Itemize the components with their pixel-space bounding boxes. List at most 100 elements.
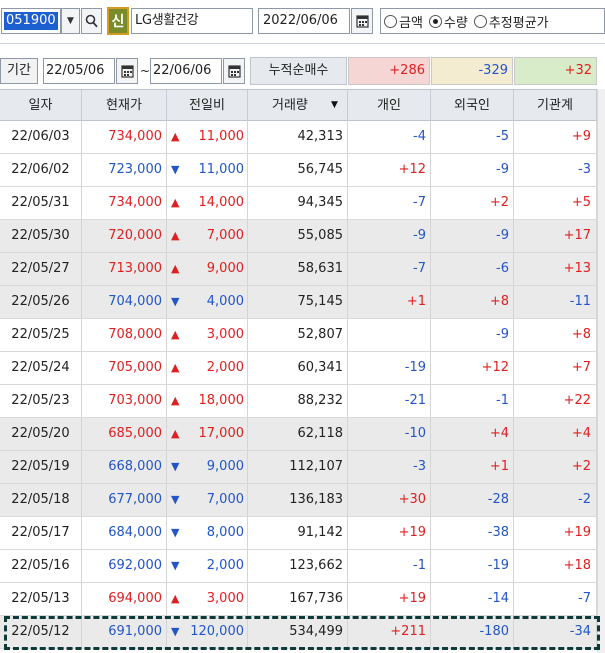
down-arrow-icon: ▼ xyxy=(171,493,180,506)
cell-individual: -21 xyxy=(348,385,431,417)
cell-institution: +7 xyxy=(514,352,597,384)
cell-institution: -11 xyxy=(514,286,597,318)
cell-institution: +17 xyxy=(514,220,597,252)
cell-institution: +19 xyxy=(514,517,597,549)
table-row[interactable]: 22/05/12 691,000 ▼ 120,000 534,499 +211 -180 -3… xyxy=(0,616,597,649)
cell-date: 22/05/30 xyxy=(0,220,82,252)
cell-change-value: 11,000 xyxy=(198,129,245,144)
cumulative-individual-value: +286 xyxy=(348,57,430,85)
stock-code-input[interactable]: 051900 xyxy=(1,8,61,34)
cell-change-value: 120,000 xyxy=(190,624,244,639)
table-row[interactable]: 22/05/26 704,000 ▼ 4,000 75,145 +1 +8 -11 xyxy=(0,286,597,319)
cell-foreign: -5 xyxy=(431,121,514,153)
header-volume[interactable]: 거래량 ▼ xyxy=(248,90,348,121)
period-from-input[interactable]: 22/05/06 xyxy=(43,58,115,84)
table-row[interactable]: 22/05/16 692,000 ▼ 2,000 123,662 -1 -19 +18 xyxy=(0,550,597,583)
cell-change-value: 3,000 xyxy=(206,327,244,342)
table-row[interactable]: 22/05/24 705,000 ▲ 2,000 60,341 -19 +12 +7 xyxy=(0,352,597,385)
cell-volume: 88,232 xyxy=(248,385,348,417)
table-row[interactable]: 22/05/30 720,000 ▲ 7,000 55,085 -9 -9 +17 xyxy=(0,220,597,253)
table-row[interactable]: 22/05/13 694,000 ▲ 3,000 167,736 +19 -14 -7 xyxy=(0,583,597,616)
period-to-calendar-button[interactable] xyxy=(223,58,245,84)
cell-change: ▼ 4,000 xyxy=(167,286,248,318)
vertical-scrollbar[interactable] xyxy=(597,89,605,653)
cell-volume: 167,736 xyxy=(248,583,348,615)
cell-date: 22/06/02 xyxy=(0,154,82,186)
table-row[interactable]: 22/05/20 685,000 ▲ 17,000 62,118 -10 +4 +4 xyxy=(0,418,597,451)
stock-code-dropdown-button[interactable]: ▼ xyxy=(61,8,80,34)
table-row[interactable]: 22/06/03 734,000 ▲ 11,000 42,313 -4 -5 +9 xyxy=(0,121,597,154)
cell-change: ▼ 11,000 xyxy=(167,154,248,186)
cell-individual: +211 xyxy=(348,616,431,648)
radio-circle-amount xyxy=(384,14,397,28)
cell-price: 713,000 xyxy=(82,253,167,285)
header-foreign[interactable]: 외국인 xyxy=(431,90,514,121)
radio-quantity[interactable]: 수량 xyxy=(428,12,468,31)
cumulative-institution-value: +32 xyxy=(514,57,597,85)
header-date[interactable]: 일자 xyxy=(0,90,82,121)
cell-institution: -3 xyxy=(514,154,597,186)
cell-change: ▲ 17,000 xyxy=(167,418,248,450)
cell-change: ▲ 9,000 xyxy=(167,253,248,285)
cell-price: 685,000 xyxy=(82,418,167,450)
cell-volume: 56,745 xyxy=(248,154,348,186)
table-row[interactable]: 22/05/19 668,000 ▼ 9,000 112,107 -3 +1 +2 xyxy=(0,451,597,484)
cell-price: 692,000 xyxy=(82,550,167,582)
header-institution[interactable]: 기관계 xyxy=(514,90,597,121)
cell-foreign: -14 xyxy=(431,583,514,615)
cell-price: 704,000 xyxy=(82,286,167,318)
cell-institution: +8 xyxy=(514,319,597,351)
query-date-input[interactable]: 2022/06/06 xyxy=(258,8,350,34)
table-row[interactable]: 22/06/02 723,000 ▼ 11,000 56,745 +12 -9 -3 xyxy=(0,154,597,187)
cell-change-value: 2,000 xyxy=(206,360,244,375)
cell-institution: +18 xyxy=(514,550,597,582)
table-row[interactable]: 22/05/18 677,000 ▼ 7,000 136,183 +30 -28 -2 xyxy=(0,484,597,517)
radio-amount[interactable]: 금액 xyxy=(384,12,423,31)
sort-down-icon[interactable]: ▼ xyxy=(331,99,343,111)
table-row[interactable]: 22/05/23 703,000 ▲ 18,000 88,232 -21 -1 +22 xyxy=(0,385,597,418)
cell-change: ▲ 3,000 xyxy=(167,319,248,351)
calendar-icon xyxy=(120,65,134,78)
stock-search-button[interactable] xyxy=(81,8,102,34)
query-date-calendar-button[interactable] xyxy=(351,8,373,34)
period-from-calendar-button[interactable] xyxy=(116,58,138,84)
cell-foreign: -180 xyxy=(431,616,514,648)
cell-change: ▲ 18,000 xyxy=(167,385,248,417)
table-row[interactable]: 22/05/25 708,000 ▲ 3,000 52,807 -9 +8 xyxy=(0,319,597,352)
cell-date: 22/05/13 xyxy=(0,583,82,615)
table-row[interactable]: 22/05/17 684,000 ▼ 8,000 91,142 +19 -38 +19 xyxy=(0,517,597,550)
up-arrow-icon: ▲ xyxy=(171,592,180,605)
table-row[interactable]: 22/05/27 713,000 ▲ 9,000 58,631 -7 -6 +13 xyxy=(0,253,597,286)
cell-price: 691,000 xyxy=(82,616,167,648)
investor-trading-table: 일자 현재가 전일비 거래량 ▼ 개인 외국인 기관계 22/06/03 734,… xyxy=(0,89,605,653)
cell-foreign: -1 xyxy=(431,385,514,417)
up-arrow-icon: ▲ xyxy=(171,328,180,341)
calendar-icon xyxy=(355,15,369,28)
cell-price: 720,000 xyxy=(82,220,167,252)
radio-estimated-avg-price[interactable]: 추정평균가 xyxy=(473,12,549,31)
period-separator: ~ xyxy=(140,64,151,78)
table-row[interactable]: 22/05/31 734,000 ▲ 14,000 94,345 -7 +2 +5 xyxy=(0,187,597,220)
cell-institution: +4 xyxy=(514,418,597,450)
up-arrow-icon: ▲ xyxy=(171,229,180,242)
cell-individual xyxy=(348,319,431,351)
cell-price: 684,000 xyxy=(82,517,167,549)
cell-change: ▼ 7,000 xyxy=(167,484,248,516)
period-to-input[interactable]: 22/06/06 xyxy=(150,58,222,84)
cell-change-value: 2,000 xyxy=(206,558,244,573)
header-change[interactable]: 전일비 xyxy=(167,90,248,121)
cell-volume: 112,107 xyxy=(248,451,348,483)
period-label: 기간 xyxy=(0,58,38,84)
cell-date: 22/05/31 xyxy=(0,187,82,219)
cell-volume: 52,807 xyxy=(248,319,348,351)
cell-foreign: -9 xyxy=(431,220,514,252)
cell-volume: 58,631 xyxy=(248,253,348,285)
header-price[interactable]: 현재가 xyxy=(82,90,167,121)
cell-date: 22/06/03 xyxy=(0,121,82,153)
cell-price: 668,000 xyxy=(82,451,167,483)
new-listing-badge[interactable]: 신 xyxy=(107,7,129,35)
header-individual[interactable]: 개인 xyxy=(348,90,431,121)
cell-change: ▲ 14,000 xyxy=(167,187,248,219)
cell-change-value: 4,000 xyxy=(206,294,244,309)
radio-estimated-avg-price-label: 추정평균가 xyxy=(488,15,549,31)
